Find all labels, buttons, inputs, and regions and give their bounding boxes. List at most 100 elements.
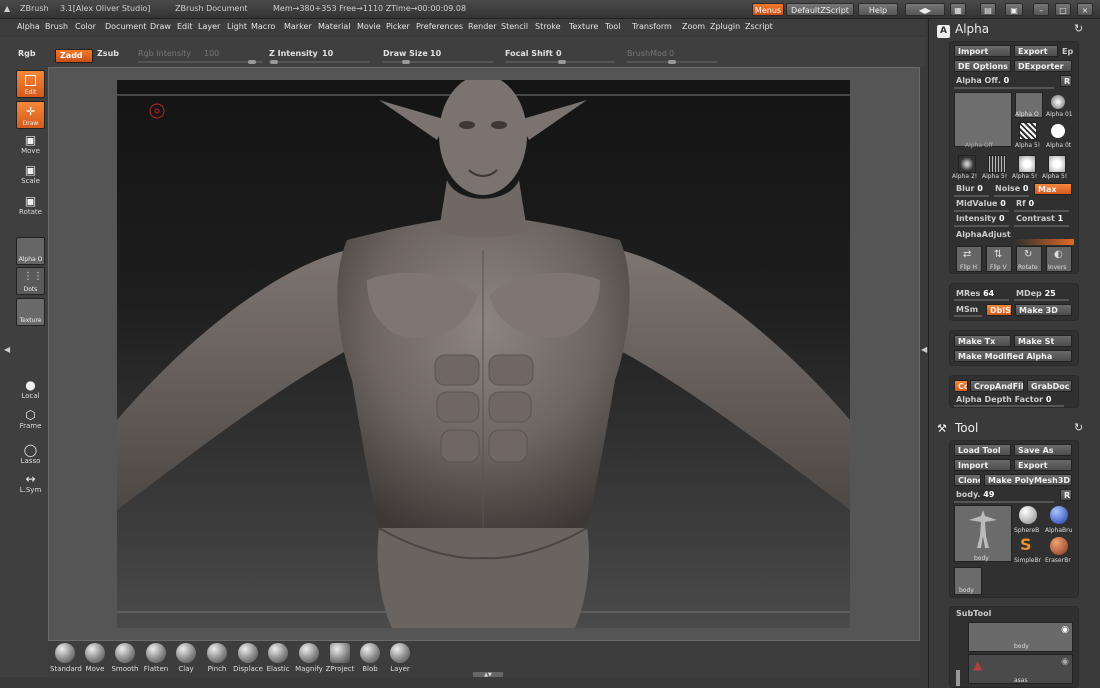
- blur-slider[interactable]: [954, 195, 989, 197]
- layout-icon[interactable]: ▦: [950, 3, 966, 16]
- subtool-item-asas[interactable]: ▲ asas ◉: [968, 654, 1073, 684]
- brush-standard[interactable]: Standard: [50, 643, 82, 673]
- alpha-off-slider[interactable]: [954, 87, 1054, 89]
- brush-zproject[interactable]: ZProject: [325, 643, 355, 673]
- mdep-slider[interactable]: [1014, 299, 1069, 301]
- edit-button[interactable]: Edit: [16, 70, 45, 98]
- menu-picker[interactable]: Picker: [386, 22, 410, 31]
- tool-import-button[interactable]: Import: [954, 459, 1011, 471]
- body-slider[interactable]: [954, 501, 1054, 503]
- brushmod-knob[interactable]: [668, 60, 676, 64]
- brush-move[interactable]: Move: [80, 643, 110, 673]
- noise-slider[interactable]: [994, 195, 1029, 197]
- contrast-slider[interactable]: [1014, 225, 1069, 227]
- alpha-refresh-icon[interactable]: ↻: [1074, 22, 1083, 35]
- cropandfill-button[interactable]: CropAndFill: [970, 380, 1024, 392]
- alphabrush-tool-icon[interactable]: [1050, 506, 1068, 524]
- alpha-r-button[interactable]: R: [1060, 75, 1072, 87]
- lsym-button[interactable]: ↔ L.Sym: [16, 472, 45, 494]
- tool-export-button[interactable]: Export: [1014, 459, 1072, 471]
- brush-elastic[interactable]: Elastic: [263, 643, 293, 673]
- brush-flatten[interactable]: Flatten: [141, 643, 171, 673]
- brush-layer[interactable]: Layer: [385, 643, 415, 673]
- z-intensity-slider[interactable]: [269, 61, 369, 63]
- menu-light[interactable]: Light: [227, 22, 247, 31]
- menu-zoom[interactable]: Zoom: [682, 22, 705, 31]
- menu-transform[interactable]: Transform: [632, 22, 672, 31]
- make-polymesh-button[interactable]: Make PolyMesh3D: [984, 474, 1072, 486]
- cc-button[interactable]: Cc: [954, 380, 968, 392]
- nav-arrows-button[interactable]: ◀▶: [905, 3, 945, 16]
- tool-refresh-icon[interactable]: ↻: [1074, 421, 1083, 434]
- mres-slider[interactable]: [954, 299, 1009, 301]
- ep-label[interactable]: Ep: [1062, 47, 1073, 56]
- texture-button[interactable]: Texture: [16, 298, 45, 326]
- draw-button[interactable]: ✛ Draw: [16, 101, 45, 129]
- rgb-toggle[interactable]: Rgb: [18, 49, 36, 58]
- subtool-title[interactable]: SubTool: [956, 609, 991, 618]
- menu-document[interactable]: Document: [105, 22, 146, 31]
- brush-magnify[interactable]: Magnify: [294, 643, 324, 673]
- make3d-button[interactable]: Make 3D: [1015, 304, 1072, 316]
- max-button[interactable]: Max: [1034, 183, 1072, 195]
- menu-zscript[interactable]: Zscript: [745, 22, 773, 31]
- sphere-tool-icon[interactable]: [1019, 506, 1037, 524]
- brush-displace[interactable]: Displace: [233, 643, 263, 673]
- save-as-button[interactable]: Save As: [1014, 444, 1072, 456]
- grabdoc-button[interactable]: GrabDoc: [1027, 380, 1072, 392]
- alpha-export-button[interactable]: Export: [1014, 45, 1058, 57]
- lasso-button[interactable]: ◯ Lasso: [16, 443, 45, 465]
- menu-stroke[interactable]: Stroke: [535, 22, 561, 31]
- alpha-thumb-5[interactable]: [988, 155, 1006, 173]
- menu-macro[interactable]: Macro: [251, 22, 275, 31]
- layout2-icon[interactable]: ▤: [980, 3, 996, 16]
- menu-zplugin[interactable]: Zplugin: [710, 22, 740, 31]
- scale-button[interactable]: ▣ Scale: [16, 163, 45, 185]
- left-collapse-icon[interactable]: ◀: [4, 345, 10, 354]
- flip-v-button[interactable]: ⇅ Flip V: [986, 246, 1012, 272]
- alpha-import-button[interactable]: Import: [954, 45, 1011, 57]
- alpha-thumb-6[interactable]: [1018, 155, 1036, 173]
- menu-tool[interactable]: Tool: [605, 22, 621, 31]
- clone-button[interactable]: Clone: [954, 474, 981, 486]
- brush-clay[interactable]: Clay: [171, 643, 201, 673]
- menu-render[interactable]: Render: [468, 22, 496, 31]
- menu-preferences[interactable]: Preferences: [416, 22, 463, 31]
- alpha-main-thumb[interactable]: [954, 92, 1012, 147]
- midvalue-slider[interactable]: [954, 210, 1009, 212]
- alpha-thumb-1[interactable]: [1051, 95, 1065, 109]
- draw-size-slider[interactable]: [383, 61, 493, 63]
- draw-size-knob[interactable]: [402, 60, 410, 64]
- alpha-thumb-2[interactable]: [1019, 122, 1037, 140]
- dbls-button[interactable]: DblS: [986, 304, 1012, 316]
- lock-icon[interactable]: ▣: [1005, 3, 1023, 16]
- menu-edit[interactable]: Edit: [177, 22, 193, 31]
- menu-brush[interactable]: Brush: [45, 22, 68, 31]
- maximize-icon[interactable]: □: [1055, 3, 1071, 16]
- rotate-button[interactable]: ▣ Rotate: [16, 194, 45, 216]
- menu-draw[interactable]: Draw: [150, 22, 171, 31]
- load-tool-button[interactable]: Load Tool: [954, 444, 1011, 456]
- subtool-item-body[interactable]: body ◉: [968, 622, 1073, 652]
- alpha-thumb-3[interactable]: [1051, 124, 1065, 138]
- menu-alpha[interactable]: Alpha: [17, 22, 40, 31]
- canvas-viewport[interactable]: [117, 80, 850, 628]
- intensity-slider[interactable]: [954, 225, 1009, 227]
- subtool-scrollbar[interactable]: [956, 670, 960, 686]
- menu-marker[interactable]: Marker: [284, 22, 312, 31]
- tool-main-thumb[interactable]: [954, 505, 1012, 562]
- menus-button[interactable]: Menus: [752, 3, 784, 16]
- zscript-button[interactable]: DefaultZScript: [786, 3, 854, 16]
- z-intensity-knob[interactable]: [270, 60, 278, 64]
- menu-texture[interactable]: Texture: [569, 22, 598, 31]
- minimize-icon[interactable]: –: [1033, 3, 1049, 16]
- rotate-alpha-button[interactable]: ↻ Rotate: [1016, 246, 1042, 272]
- menu-color[interactable]: Color: [75, 22, 96, 31]
- zadd-toggle[interactable]: Zadd: [55, 49, 93, 63]
- alpha-thumb-7[interactable]: [1048, 155, 1066, 173]
- rgb-intensity-slider[interactable]: [138, 61, 263, 63]
- rf-slider[interactable]: [1014, 210, 1069, 212]
- msm-slider[interactable]: [954, 315, 982, 317]
- alphaadjust-curve[interactable]: [954, 239, 1074, 245]
- brush-smooth[interactable]: Smooth: [110, 643, 140, 673]
